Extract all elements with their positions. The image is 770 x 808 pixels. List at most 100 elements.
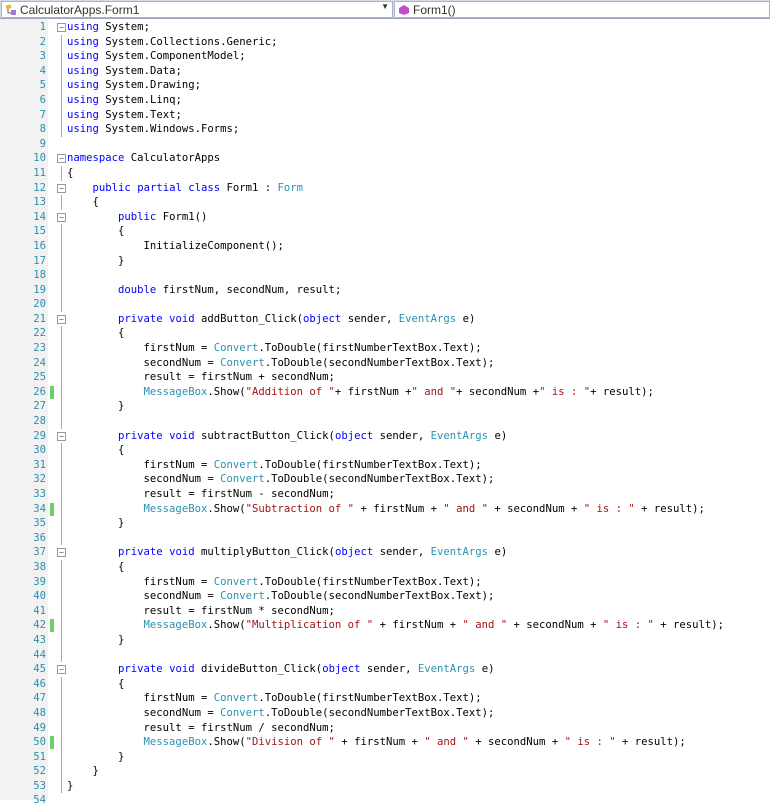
code-line[interactable]: 13 {	[0, 195, 770, 210]
line-number: 43	[33, 633, 46, 646]
code-line[interactable]: 17 }	[0, 253, 770, 269]
line-number: 13	[33, 196, 46, 209]
code-line[interactable]: 7 using System.Text;	[0, 107, 770, 123]
code-line[interactable]: 15 {	[0, 224, 770, 239]
code-editor[interactable]: 1− using System; 2 using System.Collections…	[0, 20, 770, 808]
code-line[interactable]: 38 {	[0, 559, 770, 575]
code-line[interactable]: 21 − private void addButton_Click(object …	[0, 312, 770, 327]
code-line[interactable]: 51 }	[0, 749, 770, 765]
code-line[interactable]: 19 double firstNum, secondNum, result;	[0, 282, 770, 298]
code-line[interactable]: 44	[0, 647, 770, 663]
code-text: using System.ComponentModel;	[67, 50, 246, 63]
outline-line	[61, 341, 62, 356]
line-number: 35	[33, 517, 46, 530]
collapse-icon[interactable]: −	[57, 548, 66, 558]
code-line[interactable]: 45 − private void divideButton_Click(obje…	[0, 662, 770, 677]
code-line[interactable]: 50 MessageBox.Show("Division of " + firs…	[0, 735, 770, 750]
code-line[interactable]: 41 result = firstNum * secondNum;	[0, 603, 770, 619]
code-text: {	[67, 444, 125, 457]
code-text: firstNum = Convert.ToDouble(firstNumberT…	[143, 458, 482, 471]
code-line[interactable]: 6 using System.Linq;	[0, 92, 770, 108]
code-line[interactable]: 42 MessageBox.Show("Multiplication of " …	[0, 618, 770, 633]
code-line[interactable]: 31 firstNum = Convert.ToDouble(firstNumb…	[0, 457, 770, 473]
line-number: 24	[33, 356, 46, 369]
collapse-icon[interactable]: −	[57, 154, 66, 164]
collapse-icon[interactable]: −	[57, 665, 66, 675]
code-line[interactable]: 1 − using System;	[0, 20, 770, 35]
collapse-icon[interactable]: −	[57, 431, 66, 441]
code-line[interactable]: 46 {	[0, 676, 770, 692]
code-line[interactable]: 54	[0, 793, 770, 808]
code-line[interactable]: 12 − public partial class Form1 : Form	[0, 181, 770, 196]
code-line[interactable]: 30 {	[0, 443, 770, 458]
code-text: namespace CalculatorApps	[67, 152, 221, 165]
code-line[interactable]: 27 }	[0, 399, 770, 415]
code-line[interactable]: 33 result = firstNum - secondNum;	[0, 487, 770, 502]
outline-line	[61, 735, 62, 750]
code-line[interactable]: 20	[0, 297, 770, 312]
code-line[interactable]: 37 − private void multiplyButton_Click(ob…	[0, 545, 770, 560]
line-number: 10	[33, 152, 46, 165]
collapse-icon[interactable]: −	[57, 183, 66, 193]
outline-line	[61, 92, 62, 108]
collapse-icon[interactable]: −	[57, 314, 66, 324]
code-line[interactable]: 2 using System.Collections.Generic;	[0, 34, 770, 50]
code-line[interactable]: 52 }	[0, 764, 770, 779]
line-number: 3	[39, 50, 46, 63]
line-number: 21	[33, 312, 46, 325]
code-line[interactable]: 3 using System.ComponentModel;	[0, 49, 770, 64]
code-line[interactable]: 32 secondNum = Convert.ToDouble(secondNu…	[0, 472, 770, 487]
collapse-icon[interactable]: −	[57, 23, 66, 32]
outline-line	[61, 632, 62, 648]
code-line[interactable]: 24 secondNum = Convert.ToDouble(secondNu…	[0, 355, 770, 371]
code-line[interactable]: 49 result = firstNum / secondNum;	[0, 720, 770, 736]
outline-line	[61, 326, 62, 342]
chevron-down-icon[interactable]: ▼	[381, 2, 389, 11]
code-text: private void subtractButton_Click(object…	[118, 429, 508, 442]
code-text: firstNum = Convert.ToDouble(firstNumberT…	[143, 342, 482, 355]
code-line[interactable]: 8 using System.Windows.Forms;	[0, 122, 770, 137]
outline-line	[61, 253, 62, 269]
code-line[interactable]: 35 }	[0, 516, 770, 531]
code-line[interactable]: 26 MessageBox.Show("Addition of "+ first…	[0, 384, 770, 400]
line-number: 50	[33, 736, 46, 749]
code-text: firstNum = Convert.ToDouble(firstNumberT…	[143, 692, 482, 705]
line-number: 42	[33, 619, 46, 632]
code-line[interactable]: 4 using System.Data;	[0, 63, 770, 79]
outline-line	[61, 122, 62, 137]
member-selector-dropdown[interactable]: Form1()	[394, 1, 770, 18]
code-line[interactable]: 39 firstNum = Convert.ToDouble(firstNumb…	[0, 574, 770, 590]
code-line[interactable]: 23 firstNum = Convert.ToDouble(firstNumb…	[0, 341, 770, 356]
code-line[interactable]: 10 − namespace CalculatorApps	[0, 151, 770, 166]
code-line[interactable]: 14 − public Form1()	[0, 210, 770, 225]
code-line[interactable]: 36	[0, 530, 770, 546]
outline-line	[61, 778, 62, 794]
collapse-icon[interactable]: −	[57, 212, 66, 222]
code-line[interactable]: 9	[0, 137, 770, 152]
code-line[interactable]: 28	[0, 414, 770, 429]
code-line[interactable]: 18	[0, 268, 770, 283]
line-number: 9	[39, 137, 46, 150]
code-line[interactable]: 5 using System.Drawing;	[0, 78, 770, 93]
outline-line	[61, 764, 62, 779]
code-line[interactable]: 29 − private void subtractButton_Click(ob…	[0, 429, 770, 444]
code-line[interactable]: 22 {	[0, 326, 770, 342]
outline-line	[61, 618, 62, 633]
code-text: using System.Windows.Forms;	[67, 123, 240, 136]
code-text: secondNum = Convert.ToDouble(secondNumbe…	[143, 356, 495, 369]
code-line[interactable]: 34 MessageBox.Show("Subtraction of " + f…	[0, 501, 770, 517]
method-icon	[399, 4, 409, 15]
code-line[interactable]: 53}	[0, 778, 770, 794]
code-line[interactable]: 16 InitializeComponent();	[0, 238, 770, 254]
code-line[interactable]: 25 result = firstNum + secondNum;	[0, 370, 770, 385]
class-selector-dropdown[interactable]: CalculatorApps.Form1 ▼	[1, 1, 393, 18]
code-line[interactable]: 40 secondNum = Convert.ToDouble(secondNu…	[0, 589, 770, 604]
outline-line	[61, 487, 62, 502]
line-number: 51	[33, 750, 46, 763]
code-line[interactable]: 48 secondNum = Convert.ToDouble(secondNu…	[0, 705, 770, 721]
line-number: 2	[39, 35, 46, 48]
code-line[interactable]: 47 firstNum = Convert.ToDouble(firstNumb…	[0, 691, 770, 706]
code-line[interactable]: 11 {	[0, 165, 770, 181]
code-line[interactable]: 43 }	[0, 632, 770, 648]
code-text: }	[67, 400, 125, 413]
